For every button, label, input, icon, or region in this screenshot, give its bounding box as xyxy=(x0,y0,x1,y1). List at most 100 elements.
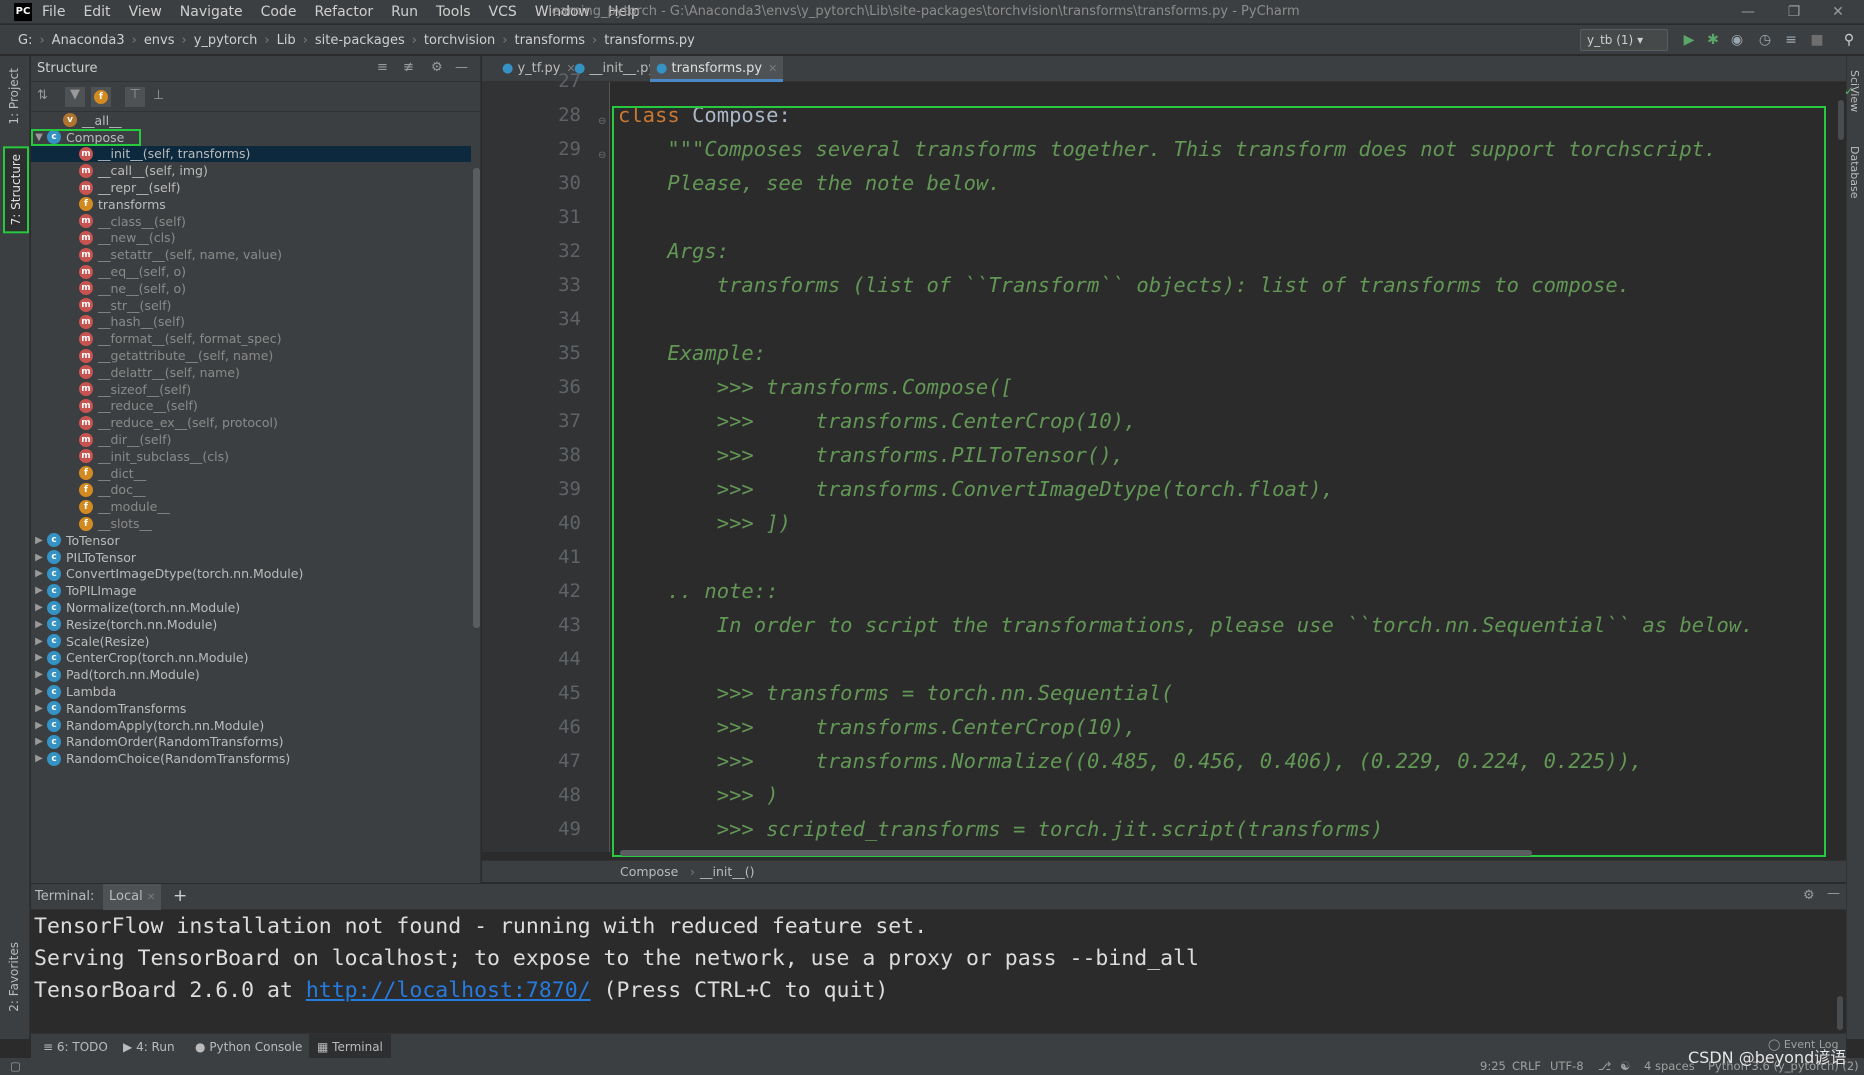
expand-arrow-icon[interactable]: ▼ xyxy=(31,132,47,143)
structure-item[interactable]: m __reduce_ex__(self, protocol) xyxy=(31,414,471,431)
editor-tab[interactable]: ● transforms.py ✕ xyxy=(650,56,784,82)
structure-item[interactable]: f __slots__ xyxy=(31,515,471,532)
close-tab-icon[interactable]: ✕ xyxy=(768,62,777,75)
collapse-arrow-icon[interactable]: ▶ xyxy=(31,703,47,714)
structure-item[interactable]: m __init__(self, transforms) xyxy=(31,145,471,163)
project-tool-tab[interactable]: 1: Project xyxy=(3,62,25,131)
tensorboard-link[interactable]: http://localhost:7870/ xyxy=(306,978,591,1003)
profile-icon[interactable]: ◷ xyxy=(1756,31,1774,49)
structure-item[interactable]: m __sizeof__(self) xyxy=(31,381,471,398)
editor-horizontal-scrollbar[interactable] xyxy=(620,850,1532,856)
collapse-arrow-icon[interactable]: ▶ xyxy=(31,669,47,680)
minimize-icon[interactable]: — xyxy=(1728,0,1768,24)
menu-item-code[interactable]: Code xyxy=(261,4,297,20)
collapse-arrow-icon[interactable]: ▶ xyxy=(31,753,47,764)
breadcrumb-item[interactable]: y_pytorch xyxy=(194,33,258,48)
debug-icon[interactable]: ✱ xyxy=(1704,31,1722,49)
structure-item[interactable]: m __call__(self, img) xyxy=(31,162,471,179)
editor-crumb-method[interactable]: __init__() xyxy=(700,864,755,879)
structure-scrollbar[interactable] xyxy=(473,168,480,628)
structure-item[interactable]: v __all__ xyxy=(31,112,471,129)
collapse-arrow-icon[interactable]: ▶ xyxy=(31,652,47,663)
structure-item[interactable]: m __getattribute__(self, name) xyxy=(31,347,471,364)
collapse-arrow-icon[interactable]: ▶ xyxy=(31,535,47,546)
terminal-scrollbar[interactable] xyxy=(1837,996,1843,1030)
terminal-hide-icon[interactable]: — xyxy=(1827,886,1840,901)
structure-item[interactable]: ▶ c Normalize(torch.nn.Module) xyxy=(31,599,471,616)
structure-item[interactable]: f transforms xyxy=(31,196,471,213)
stop-icon[interactable]: ■ xyxy=(1808,31,1826,49)
run-icon[interactable]: ▶ xyxy=(1680,31,1698,49)
structure-item[interactable]: ▶ c ConvertImageDtype(torch.nn.Module) xyxy=(31,566,471,583)
menu-item-navigate[interactable]: Navigate xyxy=(180,4,243,20)
structure-item[interactable]: f __module__ xyxy=(31,498,471,515)
structure-item[interactable]: ▶ c Pad(torch.nn.Module) xyxy=(31,666,471,683)
close-tab-icon[interactable]: ✕ xyxy=(147,892,155,903)
structure-tool-tab[interactable]: 7: Structure xyxy=(3,146,29,234)
collapse-arrow-icon[interactable]: ▶ xyxy=(31,636,47,647)
structure-item[interactable]: ▶ c ToTensor xyxy=(31,532,471,549)
menu-item-view[interactable]: View xyxy=(129,4,162,20)
menu-item-file[interactable]: File xyxy=(42,4,65,20)
breadcrumb-item[interactable]: transforms.py xyxy=(604,33,695,48)
structure-item[interactable]: m __delattr__(self, name) xyxy=(31,364,471,381)
structure-item[interactable]: m __repr__(self) xyxy=(31,179,471,196)
code-area[interactable]: class Compose: """Composes several trans… xyxy=(611,82,1836,852)
structure-item[interactable]: ▶ c RandomTransforms xyxy=(31,700,471,717)
structure-item[interactable]: m __ne__(self, o) xyxy=(31,280,471,297)
breadcrumb-item[interactable]: site-packages xyxy=(315,33,405,48)
menu-item-vcs[interactable]: VCS xyxy=(489,4,517,20)
structure-item[interactable]: m __dir__(self) xyxy=(31,431,471,448)
structure-item[interactable]: ▶ c Resize(torch.nn.Module) xyxy=(31,616,471,633)
structure-item[interactable]: ▶ c ToPILImage xyxy=(31,582,471,599)
structure-item[interactable]: m __init_subclass__(cls) xyxy=(31,448,471,465)
show-fields-icon[interactable]: f xyxy=(91,87,111,107)
collapse-all-icon[interactable]: ≢ xyxy=(403,60,414,75)
structure-item[interactable]: ▶ c RandomApply(torch.nn.Module) xyxy=(31,717,471,734)
structure-item[interactable]: ▶ c RandomOrder(RandomTransforms) xyxy=(31,734,471,751)
gear-icon[interactable]: ⚙ xyxy=(431,60,443,75)
structure-item[interactable]: f __doc__ xyxy=(31,482,471,499)
coverage-icon[interactable]: ◉ xyxy=(1728,31,1746,49)
structure-item[interactable]: ▼ c Compose xyxy=(31,128,141,146)
autoscroll-from-source-icon[interactable]: ⊥ xyxy=(153,88,164,103)
structure-item[interactable]: m __str__(self) xyxy=(31,297,471,314)
sort-alpha-icon[interactable]: ⇅ xyxy=(37,88,48,103)
menu-item-run[interactable]: Run xyxy=(391,4,418,20)
editor-vertical-scrollbar[interactable] xyxy=(1838,100,1844,140)
breadcrumb-item[interactable]: Anaconda3 xyxy=(52,33,125,48)
editor-crumb-class[interactable]: Compose xyxy=(620,864,678,879)
autoscroll-to-source-icon[interactable]: ⊤ xyxy=(125,87,145,107)
collapse-arrow-icon[interactable]: ▶ xyxy=(31,686,47,697)
restore-icon[interactable]: ❐ xyxy=(1774,0,1814,24)
structure-item[interactable]: ▶ c Lambda xyxy=(31,683,471,700)
concurrency-icon[interactable]: ≡ xyxy=(1782,31,1800,49)
structure-item[interactable]: m __new__(cls) xyxy=(31,230,471,247)
terminal-gear-icon[interactable]: ⚙ xyxy=(1803,888,1815,903)
collapse-arrow-icon[interactable]: ▶ xyxy=(31,736,47,747)
menu-item-edit[interactable]: Edit xyxy=(83,4,110,20)
todo-tool-tab[interactable]: ≡ 6: TODO xyxy=(35,1034,116,1060)
collapse-arrow-icon[interactable]: ▶ xyxy=(31,602,47,613)
search-icon[interactable]: ⚲ xyxy=(1840,31,1858,49)
close-icon[interactable]: ✕ xyxy=(1818,0,1858,24)
structure-item[interactable]: ▶ c CenterCrop(torch.nn.Module) xyxy=(31,650,471,667)
caret-position[interactable]: 9:25 xyxy=(1480,1059,1506,1073)
structure-item[interactable]: m __class__(self) xyxy=(31,213,471,230)
run-configuration-select[interactable]: y_tb (1) ▾ xyxy=(1580,29,1668,51)
breadcrumb-item[interactable]: envs xyxy=(144,33,175,48)
terminal-tool-tab[interactable]: ▦ Terminal xyxy=(309,1034,391,1060)
terminal-tab-local[interactable]: Local ✕ xyxy=(103,884,162,910)
favorites-tool-tab[interactable]: 2: Favorites xyxy=(3,936,25,1018)
collapse-arrow-icon[interactable]: ▶ xyxy=(31,568,47,579)
new-terminal-icon[interactable]: + xyxy=(173,886,187,906)
run-tool-tab[interactable]: ▶ 4: Run xyxy=(115,1034,183,1060)
structure-item[interactable]: ▶ c RandomChoice(RandomTransforms) xyxy=(31,750,471,767)
collapse-arrow-icon[interactable]: ▶ xyxy=(31,720,47,731)
line-separator[interactable]: CRLF xyxy=(1512,1059,1541,1073)
structure-item[interactable]: m __hash__(self) xyxy=(31,314,471,331)
hide-panel-icon[interactable]: — xyxy=(455,60,468,75)
layout-icon[interactable]: ▢ xyxy=(10,1059,21,1073)
menu-item-tools[interactable]: Tools xyxy=(436,4,471,20)
expand-all-icon[interactable]: ≡ xyxy=(377,60,388,75)
